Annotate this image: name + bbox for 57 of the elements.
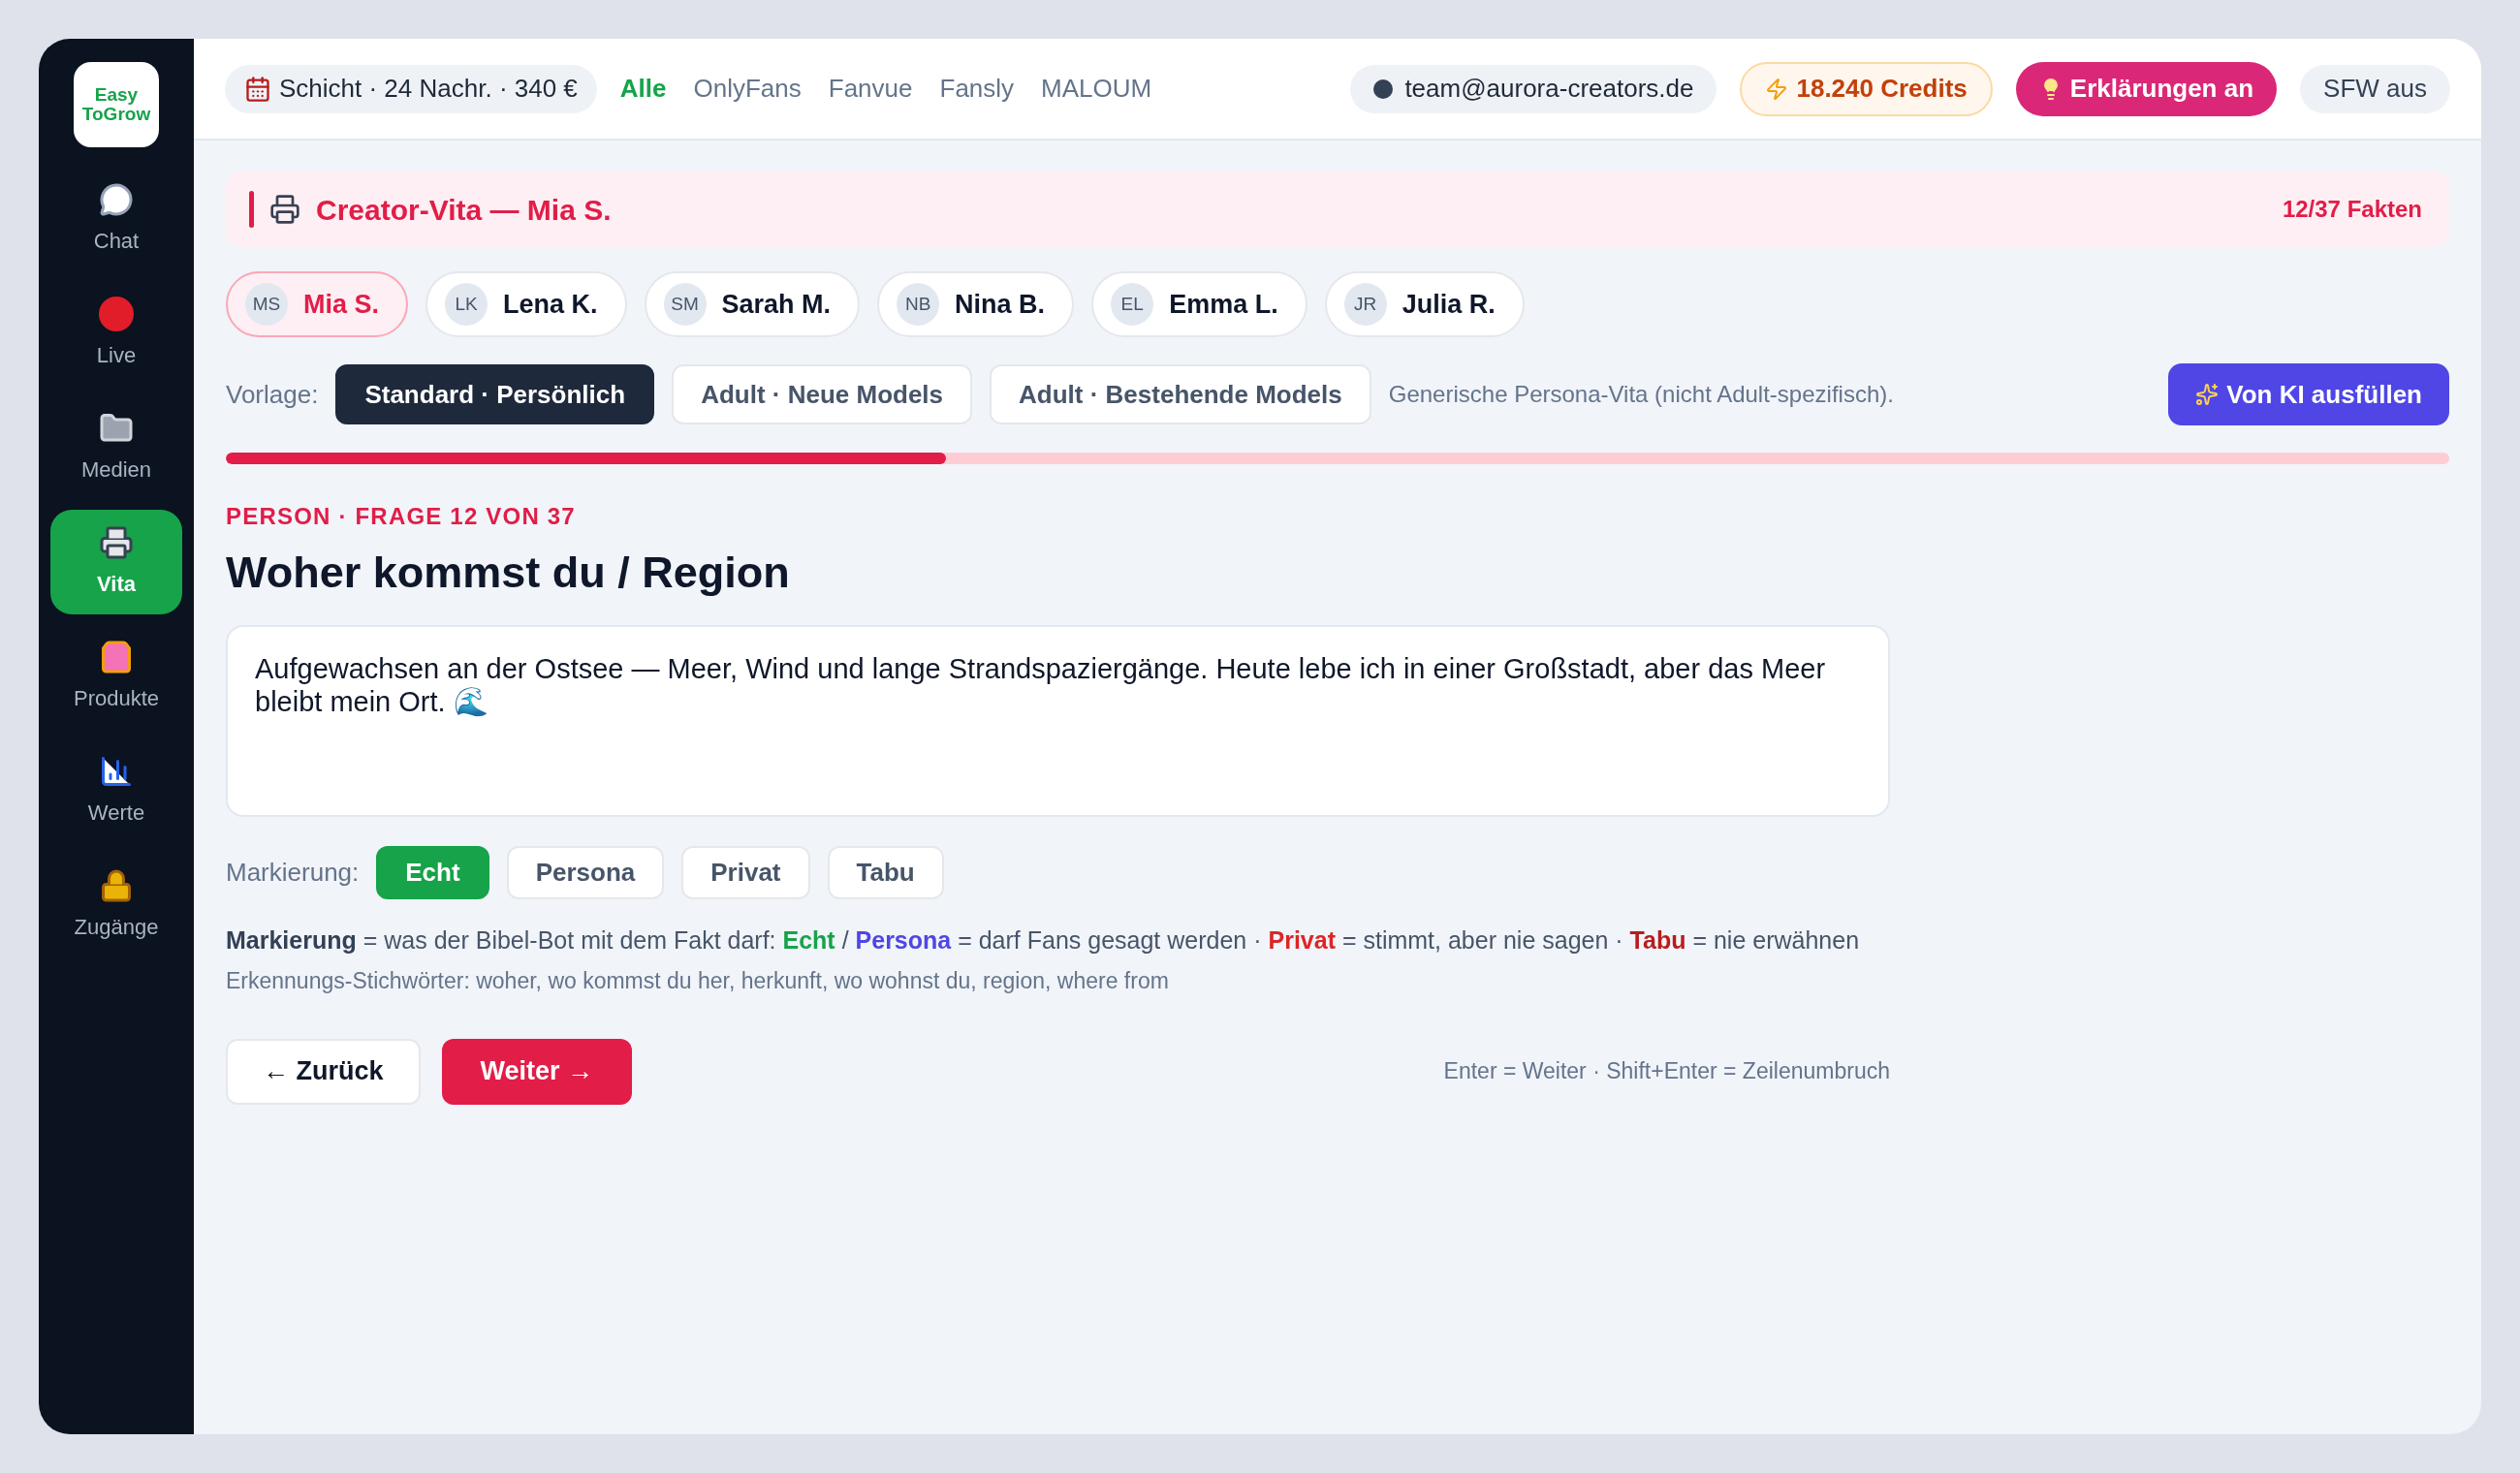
sparkles-icon xyxy=(2195,383,2220,406)
sidebar-item[interactable]: Zugänge xyxy=(50,853,182,957)
calendar-icon xyxy=(244,75,271,103)
logo: Easy ToGrow xyxy=(74,62,159,147)
credits-amount: 18.240 Credits xyxy=(1796,73,1968,105)
sidebar-item[interactable]: Chat xyxy=(50,167,182,271)
platform-tab[interactable]: MALOUM xyxy=(1041,70,1152,108)
marking-option[interactable]: Privat xyxy=(681,845,810,899)
lightning-icon xyxy=(1765,77,1789,101)
sfw-toggle[interactable]: SFW aus xyxy=(2300,64,2450,113)
question-title: Woher kommst du / Region xyxy=(226,547,791,599)
marking-option[interactable]: Tabu xyxy=(827,845,944,899)
printer-icon xyxy=(99,524,134,560)
marking-legend: Markierung = was der Bibel-Bot mit dem Fakt darf: Echt / Persona = darf Fans gesagt werden · Privat = stimmt, aber nie sagen · Tabu = nie erwähnen xyxy=(226,922,1890,958)
marking-label: Markierung: xyxy=(226,856,360,889)
printer-icon xyxy=(269,194,300,225)
template-option[interactable]: Standard · Persönlich xyxy=(335,364,655,424)
model-chip[interactable]: MS Mia S. xyxy=(226,271,409,337)
page-title: Creator-Vita — Mia S. xyxy=(316,192,612,228)
keyboard-hint: Enter = Weiter · Shift+Enter = Zeilenumbruch xyxy=(1443,1057,1890,1086)
keywords-text: Erkennungs-Stichwörter: woher, wo kommst du her, herkunft, wo wohnst du, region, where from xyxy=(226,967,1170,995)
answer-field[interactable]: Aufgewachsen an der Ostsee — Meer, Wind und lange Strandspaziergänge. Heute lebe ich in einer Großstadt, aber das Meer bleibt mein Ort. 🌊 xyxy=(226,624,1890,817)
template-option[interactable]: Adult · Neue Models xyxy=(672,364,973,424)
model-chip[interactable]: LK Lena K. xyxy=(425,271,627,337)
initials-avatar: NB xyxy=(897,283,940,326)
model-chip[interactable]: NB Nina B. xyxy=(877,271,1075,337)
model-chip[interactable]: JR Julia R. xyxy=(1324,271,1525,337)
model-chip[interactable]: EL Emma L. xyxy=(1091,271,1307,337)
initials-avatar: JR xyxy=(1343,283,1387,326)
accent-bar xyxy=(249,191,254,228)
question-eyebrow: PERSON · FRAGE 12 VON 37 xyxy=(226,502,577,531)
next-button[interactable]: Weiter → xyxy=(441,1038,633,1105)
initials-avatar: LK xyxy=(445,283,488,326)
initials-avatar: MS xyxy=(245,283,288,326)
sidebar-item[interactable]: Medien xyxy=(50,395,182,500)
initials-avatar: EL xyxy=(1111,283,1154,326)
shift-summary: Schicht · 24 Nachr. · 340 € xyxy=(279,73,578,105)
platform-tab[interactable]: OnlyFans xyxy=(693,70,802,108)
template-description: Generische Persona-Vita (nicht Adult-spezifisch). xyxy=(1388,380,1894,409)
template-label: Vorlage: xyxy=(226,378,319,411)
initials-avatar: SM xyxy=(663,283,707,326)
sidebar-item[interactable]: Produkte xyxy=(50,624,182,729)
lock-icon xyxy=(99,867,134,903)
sidebar-item[interactable]: Live xyxy=(50,281,182,386)
platform-tab[interactable]: Fansly xyxy=(939,70,1015,108)
sidebar-item[interactable]: Werte xyxy=(50,738,182,843)
back-button[interactable]: ← Zurück xyxy=(226,1038,421,1105)
model-chip[interactable]: SM Sarah M. xyxy=(644,271,861,337)
template-option[interactable]: Adult · Bestehende Models xyxy=(990,364,1371,424)
speech-bubble-icon xyxy=(99,181,134,217)
explanations-toggle[interactable]: Erklärungen an xyxy=(2015,61,2278,116)
account-email: team@aurora-creators.de xyxy=(1404,73,1694,105)
shopping-bag-icon xyxy=(99,639,134,674)
platform-tab[interactable]: Fanvue xyxy=(828,70,913,108)
facts-count: 12/37 Fakten xyxy=(2282,195,2422,224)
ai-fill-button[interactable]: Von KI ausfüllen xyxy=(2168,363,2449,425)
marking-option[interactable]: Persona xyxy=(506,845,665,899)
